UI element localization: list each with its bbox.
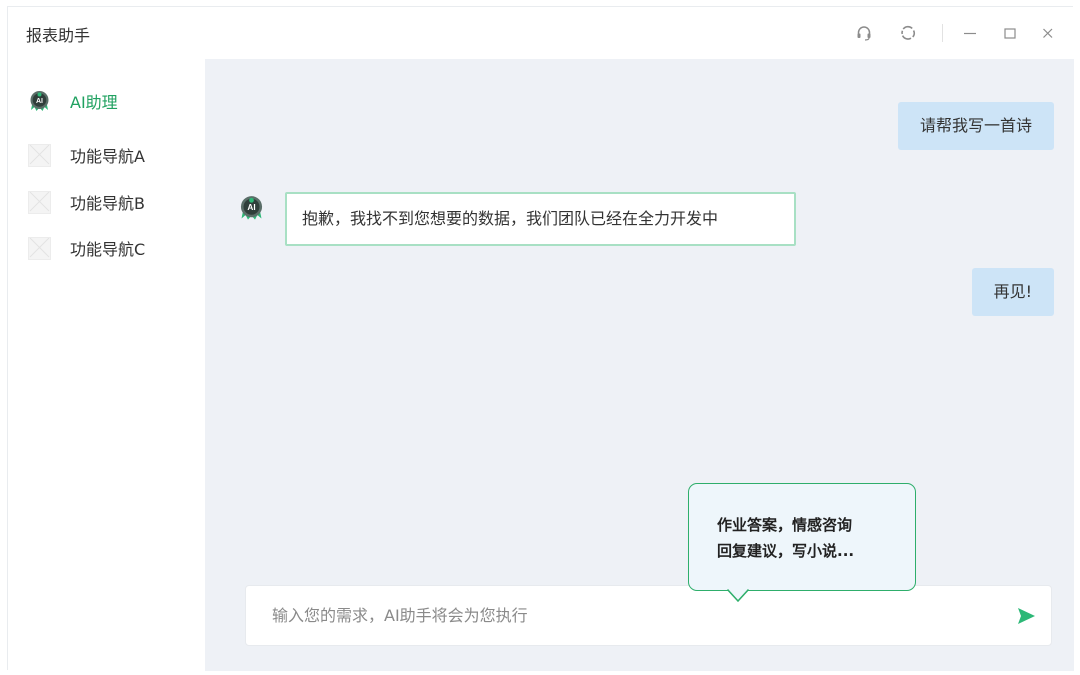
suggestion-tooltip: 作业答案，情感咨询 回复建议，写小说...: [688, 483, 916, 603]
title-bar-divider: [942, 24, 943, 42]
refresh-icon[interactable]: [898, 23, 918, 43]
close-icon[interactable]: [1038, 23, 1058, 43]
image-placeholder-icon: [28, 143, 51, 167]
app-window: 报表助手 AI AI助理 功能导航A 功能导航B 功能导航C 请帮我写一首诗 A…: [7, 6, 1074, 671]
chat-area: 请帮我写一首诗 AI 抱歉，我找不到您想要的数据，我们团队已经在全力开发中 再见…: [205, 59, 1074, 671]
ai-avatar-icon: AI: [238, 195, 265, 222]
tooltip-line: 回复建议，写小说...: [717, 542, 855, 560]
svg-text:AI: AI: [36, 97, 43, 104]
sidebar-item-nav-c[interactable]: 功能导航C: [28, 234, 145, 262]
sidebar-item-label: 功能导航B: [70, 194, 145, 213]
sidebar-item-label: 功能导航A: [70, 147, 145, 166]
tooltip-line: 作业答案，情感咨询: [717, 516, 853, 534]
maximize-icon[interactable]: [1000, 23, 1020, 43]
user-message: 再见!: [971, 268, 1054, 316]
title-bar: 报表助手: [8, 7, 1074, 59]
image-placeholder-icon: [28, 190, 51, 214]
tooltip-arrow: [727, 589, 749, 603]
sidebar-item-nav-a[interactable]: 功能导航A: [28, 141, 145, 169]
minimize-icon[interactable]: [960, 23, 980, 43]
sidebar-item-label: 功能导航C: [70, 240, 146, 259]
user-message: 请帮我写一首诗: [897, 102, 1054, 150]
chat-input[interactable]: [246, 586, 996, 645]
ai-message: 抱歉，我找不到您想要的数据，我们团队已经在全力开发中: [285, 192, 796, 246]
headset-icon[interactable]: [854, 23, 874, 43]
tooltip-text: 作业答案，情感咨询 回复建议，写小说...: [717, 512, 854, 564]
ai-robot-icon: AI: [28, 90, 51, 113]
sidebar: AI AI助理 功能导航A 功能导航B 功能导航C: [8, 59, 205, 671]
sidebar-item-nav-b[interactable]: 功能导航B: [28, 188, 145, 216]
svg-text:AI: AI: [247, 203, 255, 212]
image-placeholder-icon: [28, 236, 51, 260]
sidebar-item-label: AI助理: [70, 93, 118, 112]
send-icon[interactable]: [1015, 605, 1037, 627]
app-title: 报表助手: [26, 26, 91, 45]
sidebar-item-ai-assistant[interactable]: AI AI助理: [28, 87, 118, 115]
chat-composer: [245, 585, 1052, 646]
